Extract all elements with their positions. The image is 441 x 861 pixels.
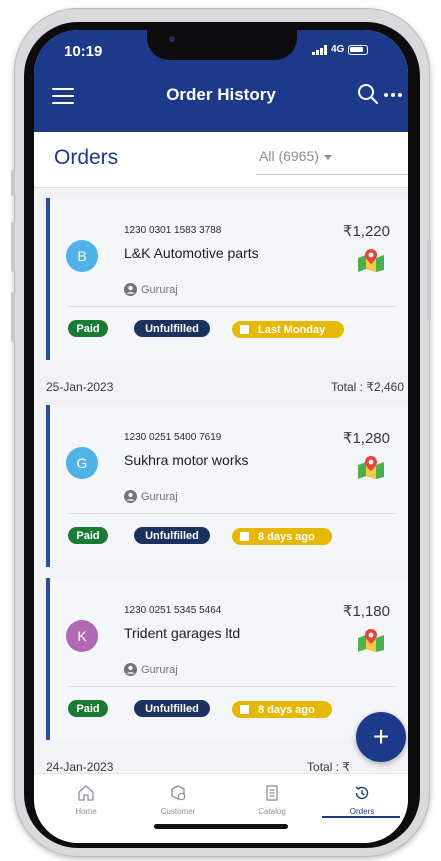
order-number: 1230 0251 5400 7619 [124,432,222,443]
fulfillment-status-badge: Unfulfilled [134,320,210,337]
group-date: 24-Jan-2023 [46,760,114,773]
due-label: 8 days ago [258,703,315,716]
app-bar: 10:19 4G Order History [34,30,408,132]
filter-value: All (6965) [259,148,319,164]
order-number: 1230 0251 5345 5464 [124,605,222,616]
divider [68,513,396,514]
group-total: Total : ₹2,460 [330,380,404,394]
person-icon [124,663,137,676]
power-button [427,240,431,320]
catalog-icon [266,785,278,801]
more-options-icon[interactable] [384,93,402,97]
agent-name: Gururaj [141,490,178,503]
signal-icon [312,44,327,55]
assigned-agent: Gururaj [124,663,178,676]
map-location-icon[interactable] [356,248,386,272]
person-icon [124,490,137,503]
status-icons: 4G [312,44,369,55]
home-icon [78,785,94,801]
page-title: Order History [166,85,276,104]
order-number: 1230 0301 1583 3788 [124,225,222,236]
volume-down-button [11,292,15,342]
orders-title: Orders [54,146,119,169]
order-card[interactable]: G 1230 0251 5400 7619 Sukhra motor works… [46,405,408,567]
order-card[interactable]: B 1230 0301 1583 3788 L&K Automotive par… [46,198,408,360]
home-indicator [154,824,288,829]
payment-status-badge: Paid [68,700,108,717]
volume-up-button [11,222,15,272]
filter-dropdown[interactable]: All (6965) [256,148,408,175]
nav-label: Customer [160,807,196,816]
nav-item-customer[interactable]: Customer [138,784,218,816]
nav-item-home[interactable]: Home [46,784,126,816]
due-date-badge: 8 days ago [232,528,332,545]
map-location-icon[interactable] [356,455,386,479]
fulfillment-status-badge: Unfulfilled [134,700,210,717]
camera-dot [169,36,175,42]
customer-icon [171,785,186,801]
group-total: Total : ₹ [307,760,350,773]
nav-item-catalog[interactable]: Catalog [232,784,312,816]
order-card[interactable]: K 1230 0251 5345 5464 Trident garages lt… [46,578,408,740]
nav-label: Home [75,807,97,816]
orders-header: Orders All (6965) [34,132,408,188]
payment-status-badge: Paid [68,320,108,337]
divider [68,306,396,307]
screen: 10:19 4G Order History Orders All (6965)… [34,30,408,843]
notch [147,30,297,60]
plus-icon: + [372,721,390,752]
history-icon [355,786,369,800]
payment-status-badge: Paid [68,527,108,544]
person-icon [124,283,137,296]
agent-name: Gururaj [141,663,178,676]
nav-label: Orders [349,807,375,816]
due-label: 8 days ago [258,530,315,543]
avatar: G [66,447,98,479]
order-list[interactable]: B 1230 0301 1583 3788 L&K Automotive par… [34,188,408,773]
customer-name: L&K Automotive parts [124,245,259,261]
date-group-header: 25-Jan-2023 Total : ₹2,460 [34,372,408,402]
agent-name: Gururaj [141,283,178,296]
calendar-icon [240,532,249,541]
bottom-navigation: Home Customer Catalog Orders [34,773,408,843]
order-amount: ₹1,220 [342,223,390,240]
active-tab-indicator [322,816,400,818]
due-date-badge: 8 days ago [232,701,332,718]
nav-label: Catalog [258,807,286,816]
order-amount: ₹1,280 [342,430,390,447]
calendar-icon [240,705,249,714]
fulfillment-status-badge: Unfulfilled [134,527,210,544]
battery-icon [348,44,369,55]
customer-name: Sukhra motor works [124,452,249,468]
customer-name: Trident garages ltd [124,625,241,641]
due-date-badge: Last Monday [232,321,344,338]
avatar: K [66,620,98,652]
chevron-down-icon [323,154,332,160]
mute-switch [11,170,15,196]
calendar-icon [240,325,249,334]
assigned-agent: Gururaj [124,490,178,503]
due-label: Last Monday [258,323,326,336]
avatar: B [66,240,98,272]
status-time: 10:19 [64,43,103,60]
network-label: 4G [331,44,345,55]
add-order-button[interactable]: + [356,712,406,762]
order-amount: ₹1,180 [342,603,390,620]
date-group-header: 24-Jan-2023 Total : ₹ [34,752,408,773]
search-icon[interactable] [357,83,379,105]
divider [68,686,396,687]
group-date: 25-Jan-2023 [46,380,114,394]
nav-item-orders[interactable]: Orders [322,784,402,816]
assigned-agent: Gururaj [124,283,178,296]
map-location-icon[interactable] [356,628,386,652]
